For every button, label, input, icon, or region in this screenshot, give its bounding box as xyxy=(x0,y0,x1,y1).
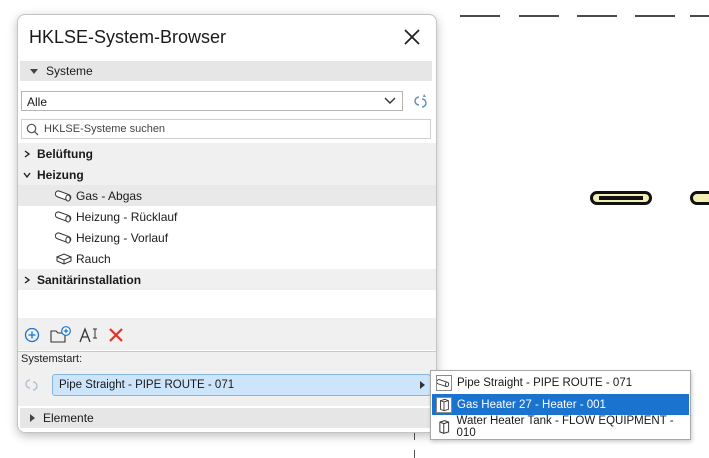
pipe-icon xyxy=(55,210,72,222)
system-search-box[interactable] xyxy=(21,119,431,139)
popup-item-label: Pipe Straight - PIPE ROUTE - 071 xyxy=(457,376,633,389)
systemstart-value: Pipe Straight - PIPE ROUTE - 071 xyxy=(59,379,235,391)
link-system-icon[interactable] xyxy=(412,93,430,111)
tree-item-label: Heizung - Rücklauf xyxy=(76,209,178,224)
pipe-element-on-canvas[interactable] xyxy=(690,191,709,205)
systeme-section-label: Systeme xyxy=(46,64,93,78)
tree-item-heizung-vorlauf[interactable]: Heizung - Vorlauf xyxy=(18,227,436,248)
popup-item-label: Water Heater Tank - FLOW EQUIPMENT - 010 xyxy=(456,414,674,439)
tree-group-belueftung[interactable]: Belüftung xyxy=(18,143,436,164)
elemente-section-label: Elemente xyxy=(43,411,94,425)
delete-icon[interactable] xyxy=(107,326,125,344)
close-icon[interactable] xyxy=(402,27,422,47)
search-icon xyxy=(26,123,39,136)
link-system-icon xyxy=(25,379,38,391)
window-title: HKLSE-System-Browser xyxy=(29,27,227,47)
chevron-right-icon xyxy=(420,381,425,389)
popup-item-gas-heater[interactable]: Gas Heater 27 - Heater - 001 xyxy=(432,394,689,415)
search-input[interactable] xyxy=(44,121,424,137)
chevron-down-icon xyxy=(384,97,396,104)
chevron-down-icon xyxy=(23,172,31,178)
pipe-icon xyxy=(436,374,452,391)
new-folder-icon[interactable] xyxy=(50,326,72,344)
popup-item-pipe-straight[interactable]: Pipe Straight - PIPE ROUTE - 071 xyxy=(432,372,689,393)
tree-item-rauch[interactable]: Rauch xyxy=(18,248,436,269)
expand-triangle-icon xyxy=(30,414,35,422)
tree-group-heizung[interactable]: Heizung xyxy=(18,164,436,185)
dashed-line-segment xyxy=(635,15,675,17)
system-toolbar xyxy=(18,318,436,350)
tree-group-label: Sanitärinstallation xyxy=(37,272,142,287)
collapse-triangle-icon xyxy=(30,68,38,74)
tree-item-gas-abgas[interactable]: Gas - Abgas xyxy=(18,185,436,206)
tree-group-label: Belüftung xyxy=(37,146,93,161)
filter-value: Alle xyxy=(27,95,48,109)
tree-empty-space xyxy=(18,290,436,318)
pipe-element-on-canvas[interactable] xyxy=(590,191,652,205)
equipment-icon xyxy=(436,396,452,413)
popup-item-label: Gas Heater 27 - Heater - 001 xyxy=(457,398,606,411)
add-system-icon[interactable] xyxy=(23,326,41,344)
systeme-section-header[interactable]: Systeme xyxy=(20,61,432,81)
pipe-icon xyxy=(55,231,72,243)
elemente-section-header[interactable]: Elemente xyxy=(20,408,432,428)
tree-group-sanitaerinstallation[interactable]: Sanitärinstallation xyxy=(18,269,436,290)
dashed-line-segment xyxy=(577,15,617,17)
title-bar[interactable]: HKLSE-System-Browser xyxy=(18,15,436,59)
chevron-right-icon xyxy=(24,275,31,284)
tree-group-label: Heizung xyxy=(37,167,84,182)
tree-item-label: Rauch xyxy=(76,251,111,266)
systemstart-selector[interactable]: Pipe Straight - PIPE ROUTE - 071 xyxy=(52,374,431,396)
systemstart-label: Systemstart: xyxy=(21,353,83,365)
pipe-icon xyxy=(55,189,72,201)
system-filter-dropdown[interactable]: Alle xyxy=(21,91,403,111)
popup-item-water-heater-tank[interactable]: Water Heater Tank - FLOW EQUIPMENT - 010 xyxy=(432,414,689,439)
chevron-right-icon xyxy=(24,149,31,158)
tree-item-heizung-ruecklauf[interactable]: Heizung - Rücklauf xyxy=(18,206,436,227)
system-browser-palette: HKLSE-System-Browser Systeme Alle Belüft… xyxy=(17,14,437,433)
canvas-line-fragment xyxy=(414,450,415,458)
rename-icon[interactable] xyxy=(79,326,99,344)
tree-item-label: Gas - Abgas xyxy=(76,188,143,203)
systemstart-popup-menu: Pipe Straight - PIPE ROUTE - 071 Gas Hea… xyxy=(430,370,691,440)
dashed-line-segment xyxy=(690,15,709,17)
equipment-icon xyxy=(439,419,450,434)
tree-item-label: Heizung - Vorlauf xyxy=(76,230,169,245)
dashed-line-segment xyxy=(460,15,500,17)
duct-box-icon xyxy=(55,252,73,265)
canvas-line-fragment xyxy=(414,432,415,440)
dashed-line-segment xyxy=(519,15,559,17)
